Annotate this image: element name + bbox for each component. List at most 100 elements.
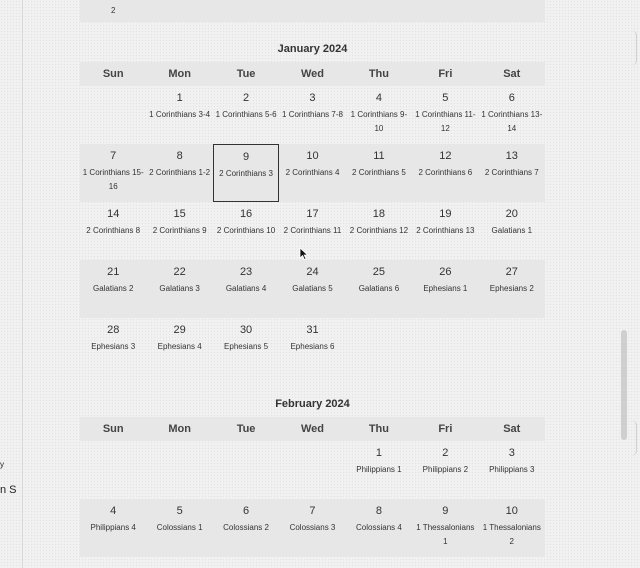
reading-text: 1 Corinthians 5-6 (215, 110, 277, 119)
day-number: 14 (107, 208, 120, 220)
month-calendar-january: January 2024 Sun Mon Tue Wed Thu Fri Sat… (80, 41, 545, 376)
day-cell[interactable]: 2 Philippians 2 (412, 441, 478, 499)
day-cell-today[interactable]: 9 2 Corinthians 3 (212, 144, 280, 202)
reading-text: Ephesians 3 (91, 342, 136, 351)
day-cell[interactable]: 31 Ephesians 6 (279, 318, 345, 376)
day-cell[interactable]: 4 1 Corinthians 9-10 (346, 86, 412, 144)
reading-text: 1 Corinthians 13-14 (481, 110, 543, 133)
day-cell[interactable]: 27 Ephesians 2 (479, 260, 545, 318)
left-panel-fragment: y (0, 460, 4, 469)
reading-text: Galatians 4 (225, 284, 267, 293)
empty-day-cell (213, 441, 279, 499)
day-number: 1 (176, 92, 183, 104)
reading-text: Philippians 3 (489, 465, 535, 474)
reading-text: Ephesians 5 (224, 342, 269, 351)
day-number: 16 (239, 208, 253, 220)
day-cell[interactable]: 10 2 Corinthians 4 (279, 144, 345, 202)
week-row: 21 Galatians 2 22 Galatians 3 23 Galatians 42… (80, 260, 545, 318)
day-cell[interactable]: 12 2 Corinthians 6 (412, 144, 478, 202)
empty-day-cell (146, 441, 212, 499)
reading-text: 1 Thessalonians 1 (416, 523, 475, 546)
day-cell[interactable]: 20 Galatians 1 (479, 202, 545, 260)
left-panel-fragment: n S (0, 484, 17, 496)
month-weeks: 1 1 Corinthians 3-4 2 1 Corinthians 5-6 3 1 C… (80, 86, 545, 376)
day-cell[interactable]: 26 Ephesians 1 (412, 260, 478, 318)
day-cell[interactable]: 18 2 Corinthians 12 (346, 202, 412, 260)
week-row: 4 Philippians 4 5 Colossians 1 6 Colossians 2… (80, 499, 545, 557)
day-cell[interactable]: 30 Ephesians 5 (213, 318, 279, 376)
day-number: 19 (439, 208, 452, 220)
day-cell[interactable]: 1 Philippians 1 (346, 441, 412, 499)
day-number: 22 (173, 266, 186, 278)
day-cell[interactable]: 7 1 Corinthians 15-16 (80, 144, 146, 202)
weekday-header: Sun Mon Tue Wed Thu Fri Sat (80, 417, 545, 441)
day-number: 18 (372, 208, 386, 220)
day-cell[interactable]: 17 2 Corinthians 11 (279, 202, 345, 260)
day-cell[interactable]: 6 1 Corinthians 13-14 (479, 86, 545, 144)
empty-day-cell (479, 318, 545, 376)
day-number: 1 (375, 447, 382, 459)
day-cell[interactable]: 24 Galatians 5 (279, 260, 345, 318)
day-cell[interactable]: 16 2 Corinthians 10 (213, 202, 279, 260)
day-cell[interactable]: 11 2 Corinthians 5 (346, 144, 412, 202)
day-number: 10 (505, 505, 518, 517)
day-cell[interactable]: 10 1 Thessalonians 2 (479, 499, 545, 557)
reading-text: 2 Corinthians 6 (418, 168, 473, 177)
day-cell[interactable]: 4 Philippians 4 (80, 499, 146, 557)
arrow-cursor-icon (299, 247, 309, 261)
day-number: 28 (107, 324, 120, 336)
day-cell[interactable]: 3 1 Corinthians 7-8 (279, 86, 345, 144)
day-number: 5 (176, 505, 183, 517)
day-cell[interactable]: 19 2 Corinthians 13 (412, 202, 478, 260)
reading-text: Ephesians 4 (157, 342, 202, 351)
weekday-label: Fri (438, 68, 453, 80)
week-row: 1 1 Corinthians 3-4 2 1 Corinthians 5-6 3 1 C… (80, 86, 545, 144)
day-number: 10 (306, 150, 319, 162)
day-cell[interactable]: 8 2 Corinthians 1-2 (146, 144, 212, 202)
week-row: 1 Philippians 1 2 Philippians 2 3 Philippians… (80, 441, 545, 499)
day-cell[interactable]: 6 Colossians 2 (213, 499, 279, 557)
day-cell[interactable]: 7 Colossians 3 (279, 499, 345, 557)
reading-text: 2 Corinthians 3 (219, 169, 273, 178)
day-number: 3 (508, 447, 515, 459)
weekday-label: Mon (168, 423, 191, 435)
reading-text: 2 Corinthians 13 (416, 226, 475, 235)
day-number: 30 (239, 324, 253, 336)
day-cell[interactable]: 22 Galatians 3 (146, 260, 212, 318)
day-cell[interactable]: 15 2 Corinthians 9 (146, 202, 212, 260)
day-cell[interactable]: 13 2 Corinthians 7 (479, 144, 545, 202)
weekday-label: Sat (503, 423, 521, 435)
left-panel-edge: y n S (0, 0, 22, 568)
day-number: 2 (243, 92, 250, 104)
reading-text: 2 Corinthians 1-2 (149, 168, 211, 177)
day-number: 27 (505, 266, 518, 278)
scrollbar-track[interactable] (618, 0, 630, 568)
day-cell[interactable]: 21 Galatians 2 (80, 260, 146, 318)
reading-text: 2 Corinthians 7 (484, 168, 539, 177)
reading-text: Galatians 5 (292, 284, 333, 293)
reading-text: Galatians 3 (159, 284, 200, 293)
day-cell[interactable]: 29 Ephesians 4 (146, 318, 212, 376)
reading-text: 1 Corinthians 15-16 (82, 168, 144, 191)
day-number: 6 (243, 505, 250, 517)
day-cell[interactable]: 28 Ephesians 3 (80, 318, 146, 376)
day-cell[interactable]: 14 2 Corinthians 8 (80, 202, 146, 260)
reading-text: Colossians 4 (356, 523, 402, 532)
reading-text: 1 Corinthians 11-12 (415, 110, 476, 133)
day-cell[interactable]: 23 Galatians 4 (213, 260, 279, 318)
weekday-label: Wed (300, 423, 324, 435)
day-number: 20 (505, 208, 518, 220)
day-cell[interactable]: 1 1 Corinthians 3-4 (146, 86, 212, 144)
divider (22, 0, 23, 568)
day-cell[interactable]: 25 Galatians 6 (346, 260, 412, 318)
day-number: 24 (306, 266, 319, 278)
day-number: 3 (309, 92, 316, 104)
day-cell[interactable]: 5 Colossians 1 (146, 499, 212, 557)
day-cell[interactable]: 9 1 Thessalonians 1 (412, 499, 478, 557)
day-number: 4 (375, 92, 382, 104)
day-cell[interactable]: 8 Colossians 4 (346, 499, 412, 557)
day-cell[interactable]: 3 Philippians 3 (479, 441, 545, 499)
day-cell[interactable]: 2 1 Corinthians 5-6 (213, 86, 279, 144)
month-title: February 2024 (275, 398, 350, 410)
day-cell[interactable]: 5 1 Corinthians 11-12 (412, 86, 478, 144)
